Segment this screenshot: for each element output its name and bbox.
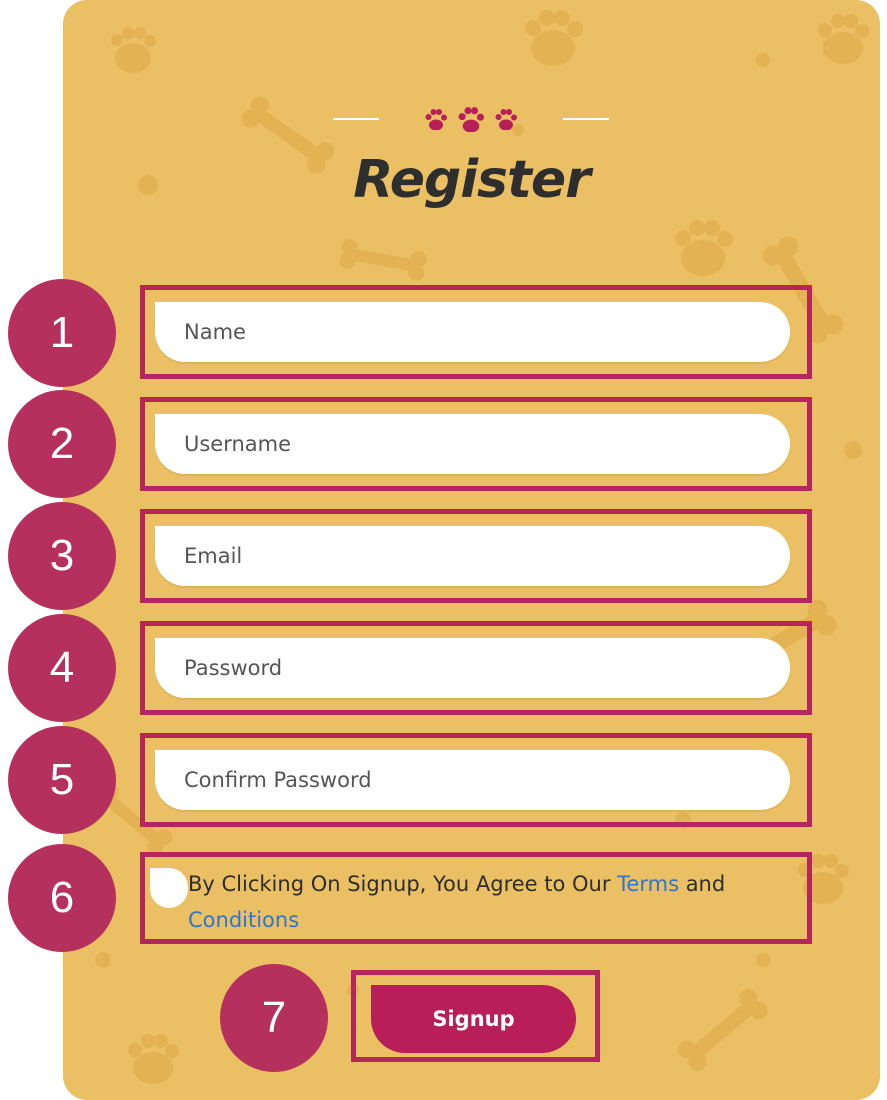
annotation-badge-7: 7	[220, 964, 328, 1072]
name-field[interactable]	[155, 302, 790, 362]
divider-line-right	[563, 118, 609, 120]
terms-agreement-text: By Clicking On Signup, You Agree to Our …	[188, 866, 798, 938]
paw-icon	[458, 107, 484, 132]
divider-line-left	[333, 118, 379, 120]
terms-checkbox[interactable]	[150, 868, 188, 908]
username-field[interactable]	[155, 414, 790, 474]
page-title: Register	[353, 150, 591, 210]
agree-text-before: By Clicking On Signup, You Agree to Our	[188, 872, 618, 896]
signup-button[interactable]: Signup	[371, 985, 576, 1053]
annotation-badge-5: 5	[8, 726, 116, 834]
paw-icon	[425, 109, 447, 130]
agree-text-and: and	[679, 872, 726, 896]
annotation-badge-6: 6	[8, 844, 116, 952]
annotation-badge-2: 2	[8, 390, 116, 498]
terms-link[interactable]: Terms	[617, 872, 679, 896]
password-field[interactable]	[155, 638, 790, 698]
paw-icon	[495, 109, 517, 130]
annotation-badge-4: 4	[8, 614, 116, 722]
conditions-link[interactable]: Conditions	[188, 908, 299, 932]
paw-icons-group	[424, 106, 518, 132]
email-field[interactable]	[155, 526, 790, 586]
confirm-password-field[interactable]	[155, 750, 790, 810]
annotation-badge-3: 3	[8, 502, 116, 610]
annotation-badge-1: 1	[8, 279, 116, 387]
title-decoration	[333, 104, 609, 134]
